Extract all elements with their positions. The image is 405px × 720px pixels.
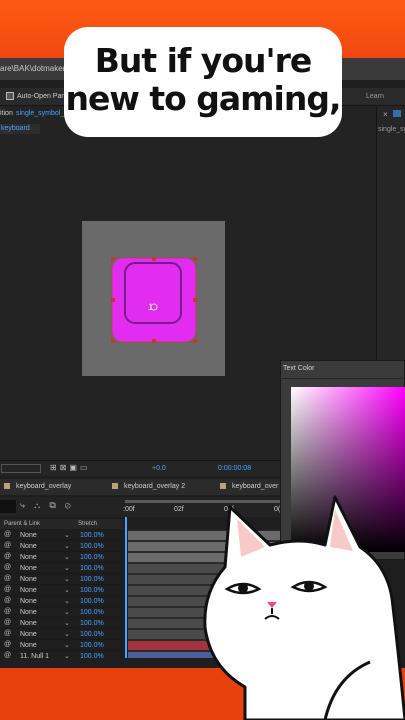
timeline-search-input[interactable] xyxy=(0,500,16,513)
layer-row[interactable]: @ None ⌄ 100.0% xyxy=(0,563,123,574)
caption-line-1: But if you're xyxy=(94,41,313,80)
chevron-down-icon[interactable]: ⌄ xyxy=(64,586,70,594)
pickwhip-icon[interactable]: @ xyxy=(4,531,11,538)
composition-tab-prefix: ition xyxy=(0,110,13,117)
chevron-down-icon[interactable]: ⌄ xyxy=(64,564,70,572)
dialog-divider xyxy=(280,378,405,379)
chevron-down-icon[interactable]: ⌄ xyxy=(64,641,70,649)
pickwhip-icon[interactable]: @ xyxy=(4,542,11,549)
stretch-column-header[interactable]: Stretch xyxy=(78,521,97,527)
magnification-dropdown[interactable] xyxy=(1,464,41,473)
cat-body xyxy=(203,495,405,720)
caption-text: But if you're new to gaming, xyxy=(64,42,342,118)
key-glyph: 1 xyxy=(148,302,154,312)
exposure-value[interactable]: +0.0 xyxy=(152,465,166,472)
ruler-tick-label: 02f xyxy=(174,506,184,513)
layer-row[interactable]: @ None ⌄ 100.0% xyxy=(0,607,123,618)
pickwhip-icon[interactable]: @ xyxy=(4,630,11,637)
cat-illustration xyxy=(203,495,405,720)
right-panel-label: single_sy xyxy=(378,126,405,133)
transform-handle xyxy=(152,257,156,261)
project-path: are\BAK\dotmaker_ xyxy=(0,64,70,73)
comp-icon xyxy=(4,483,10,489)
layer-row[interactable]: @ None ⌄ 100.0% xyxy=(0,541,123,552)
pickwhip-icon[interactable]: @ xyxy=(4,597,11,604)
ruler-tick-label: :00f xyxy=(123,506,135,513)
pickwhip-icon[interactable]: @ xyxy=(4,641,11,648)
workspace-learn[interactable]: Learn xyxy=(366,93,384,100)
cat-pupil xyxy=(238,583,248,593)
auto-open-checkbox[interactable] xyxy=(6,92,14,100)
transform-handle xyxy=(111,339,115,343)
pickwhip-icon[interactable]: @ xyxy=(4,608,11,615)
layer-list: @ None ⌄ 100.0% @ None ⌄ 100.0% @ None ⌄ 100.0% @… xyxy=(0,530,123,662)
viewer-toggle-icons[interactable]: ⊞⊠▣▭ xyxy=(50,463,91,472)
pickwhip-icon[interactable]: @ xyxy=(4,586,11,593)
layer-row[interactable]: @ None ⌄ 100.0% xyxy=(0,629,123,640)
close-icon[interactable]: × xyxy=(383,110,388,119)
layer-row[interactable]: @ None ⌄ 100.0% xyxy=(0,596,123,607)
chevron-down-icon[interactable]: ⌄ xyxy=(64,619,70,627)
parent-column-header[interactable]: Parent & Link xyxy=(4,521,40,527)
chevron-down-icon[interactable]: ⌄ xyxy=(64,575,70,583)
composition-tab-name[interactable]: single_symbol_ xyxy=(16,110,64,117)
viewer-toolbar: ⊞⊠▣▭ +0.0 0:00:00:08 xyxy=(0,460,282,476)
layer-column-headers: Parent & Link Stretch xyxy=(0,519,123,529)
viewer-timecode[interactable]: 0:00:00:08 xyxy=(218,465,251,472)
chevron-down-icon[interactable]: ⌄ xyxy=(64,597,70,605)
current-time-indicator[interactable] xyxy=(125,517,127,660)
right-panel xyxy=(376,106,405,362)
dialog-title: Text Color xyxy=(283,365,315,372)
layer-row[interactable]: @ None ⌄ 100.0% xyxy=(0,552,123,563)
transform-handle xyxy=(193,257,197,261)
comp-icon xyxy=(112,483,118,489)
transform-handle xyxy=(193,339,197,343)
pickwhip-icon[interactable]: @ xyxy=(4,553,11,560)
transform-handle xyxy=(193,298,197,302)
pickwhip-icon[interactable]: @ xyxy=(4,619,11,626)
layer-row[interactable]: @ None ⌄ 100.0% xyxy=(0,640,123,651)
panel-lock-icon[interactable] xyxy=(393,110,401,117)
pickwhip-icon[interactable]: @ xyxy=(4,564,11,571)
chevron-down-icon[interactable]: ⌄ xyxy=(64,608,70,616)
keycap-layer[interactable] xyxy=(111,257,197,343)
caption-line-2: new to gaming, xyxy=(65,79,341,118)
composition-breadcrumb[interactable]: keyboard xyxy=(0,124,40,134)
layer-row[interactable]: @ None ⌄ 100.0% xyxy=(0,585,123,596)
chevron-down-icon[interactable]: ⌄ xyxy=(64,542,70,550)
auto-open-label[interactable]: Auto-Open Pan xyxy=(17,93,65,100)
chevron-down-icon[interactable]: ⌄ xyxy=(64,553,70,561)
layer-row[interactable]: @ None ⌄ 100.0% xyxy=(0,530,123,541)
transform-handle xyxy=(111,257,115,261)
transform-handle xyxy=(152,339,156,343)
chevron-down-icon[interactable]: ⌄ xyxy=(64,630,70,638)
cat-pupil xyxy=(304,581,314,591)
layer-row[interactable]: @ None ⌄ 100.0% xyxy=(0,618,123,629)
timeline-tab[interactable]: keyboard_overlay xyxy=(4,483,71,490)
pickwhip-icon[interactable]: @ xyxy=(4,575,11,582)
timeline-tab[interactable]: keyboard_overlay 2 xyxy=(112,483,185,490)
chevron-down-icon[interactable]: ⌄ xyxy=(64,531,70,539)
transform-handle xyxy=(111,298,115,302)
layer-row[interactable]: @ None ⌄ 100.0% xyxy=(0,574,123,585)
timeline-switch-icons[interactable]: ⤷⛬⧉⊘ xyxy=(20,500,80,511)
